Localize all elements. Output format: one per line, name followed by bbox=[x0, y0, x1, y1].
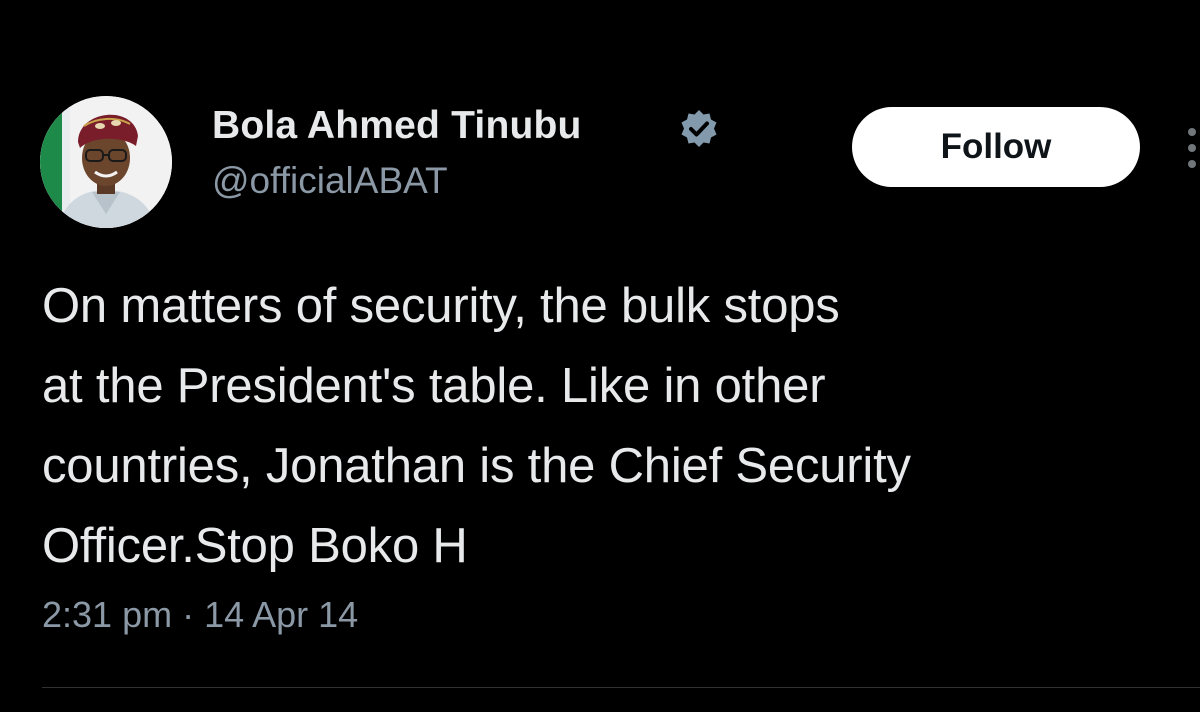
divider bbox=[42, 687, 1200, 688]
tweet-timestamp[interactable]: 2:31 pm · 14 Apr 14 bbox=[42, 594, 358, 636]
verified-badge-icon bbox=[681, 110, 717, 147]
more-vertical-icon[interactable] bbox=[1184, 126, 1200, 170]
tweet-text: On matters of security, the bulk stops a… bbox=[42, 279, 911, 573]
author-handle[interactable]: @officialABAT bbox=[212, 160, 448, 202]
tweet-card: Bola Ahmed Tinubu @officialABAT Follow O… bbox=[0, 0, 1200, 712]
follow-button[interactable]: Follow bbox=[852, 107, 1140, 187]
avatar[interactable] bbox=[40, 96, 172, 228]
avatar-image bbox=[40, 96, 172, 228]
author-display-name[interactable]: Bola Ahmed Tinubu bbox=[212, 104, 582, 148]
